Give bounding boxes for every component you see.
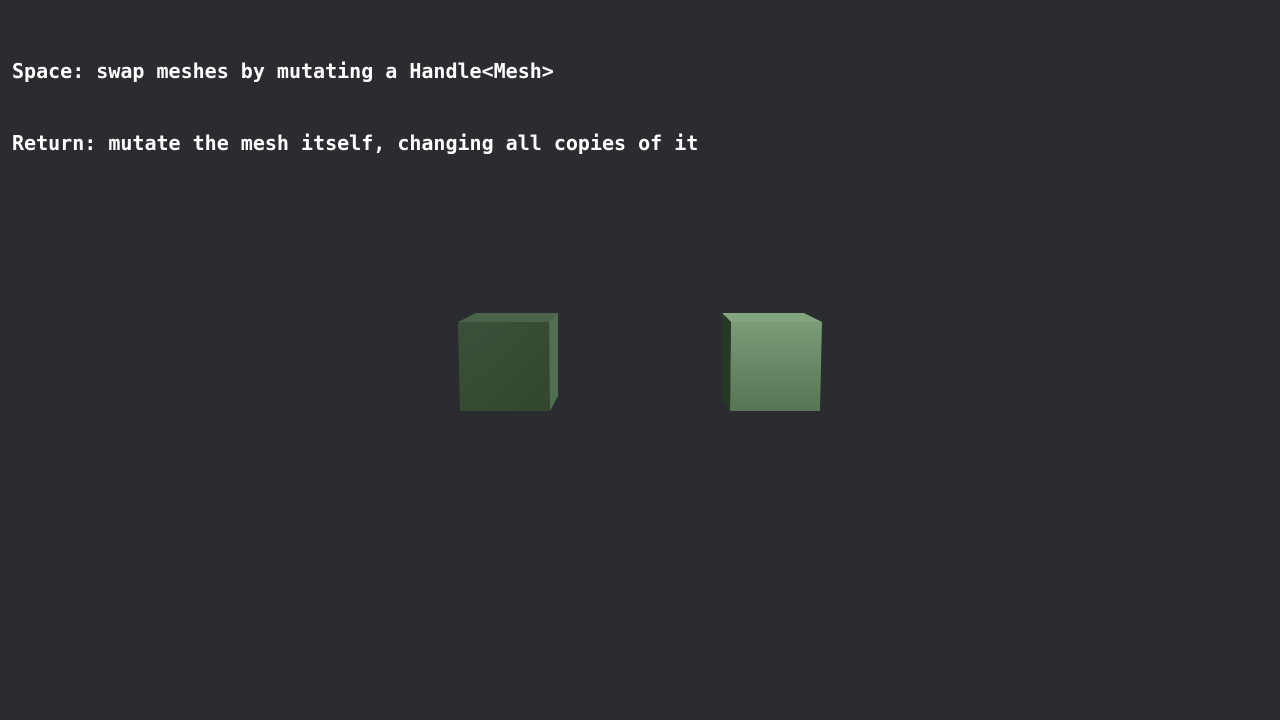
right-cube xyxy=(722,313,822,411)
right-cube-side-face xyxy=(722,313,731,411)
right-cube-front-face xyxy=(730,322,822,411)
right-cube-top-face xyxy=(722,313,822,322)
left-cube-top-face xyxy=(458,313,558,322)
3d-viewport xyxy=(458,313,822,411)
left-cube-side-face xyxy=(549,313,558,411)
left-cube xyxy=(458,313,558,411)
left-cube-front-face xyxy=(458,322,550,411)
